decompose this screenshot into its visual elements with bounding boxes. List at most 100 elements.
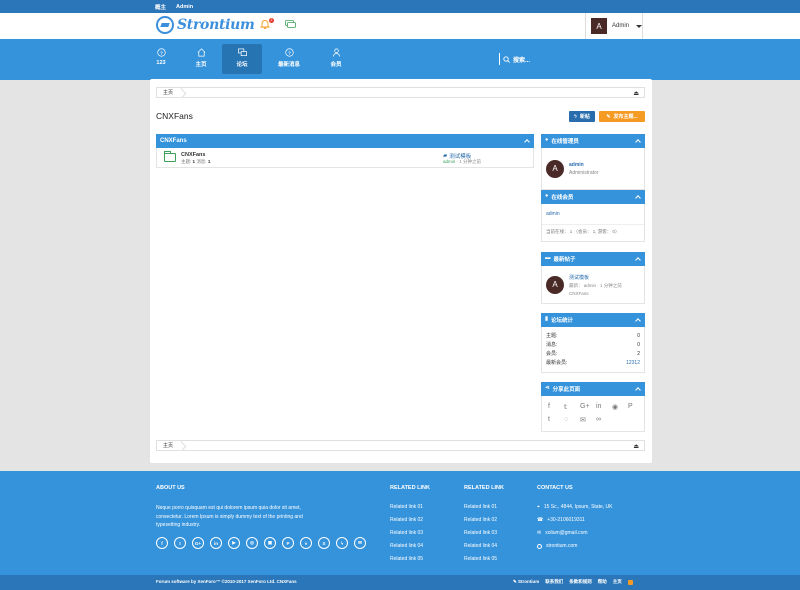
- nav-item-forums[interactable]: 论坛: [222, 44, 262, 74]
- reddit-icon[interactable]: ◉: [612, 403, 628, 411]
- widget-header[interactable]: ● 在线管理员: [541, 134, 645, 148]
- youtube-icon[interactable]: ▶: [228, 537, 240, 549]
- style-chooser[interactable]: ✎ Strontium: [513, 579, 539, 585]
- bolt-icon[interactable]: ϟ: [336, 537, 348, 549]
- tumblr-icon[interactable]: t: [548, 416, 564, 424]
- chevron-up-icon[interactable]: [635, 257, 641, 263]
- avatar[interactable]: A: [546, 275, 564, 294]
- copyright[interactable]: Forum software by XenForo™ ©2010-2017 Xe…: [156, 579, 297, 584]
- email-icon[interactable]: ✉: [354, 537, 366, 549]
- new-posts-button[interactable]: ϟ 新帖: [569, 111, 595, 122]
- account-menu[interactable]: A Admin: [585, 13, 643, 39]
- footer-contact-title: CONTACT US: [537, 485, 573, 491]
- widget-header[interactable]: ⋖ 分享此页面: [541, 382, 645, 396]
- forum-node-title[interactable]: CNXFans: [181, 152, 205, 158]
- footer-related-links: Related link 01 Related link 02 Related …: [390, 504, 423, 562]
- jump-up-icon[interactable]: ⏏: [633, 90, 639, 97]
- vimeo-icon[interactable]: v: [300, 537, 312, 549]
- share-icon: ⋖ 分享此页面: [545, 385, 581, 393]
- nav-item-123[interactable]: ? 123: [141, 44, 181, 74]
- category-header[interactable]: CNXFans: [156, 134, 534, 148]
- pinterest-icon[interactable]: P: [282, 537, 294, 549]
- contact-us-link[interactable]: 联系我们: [545, 579, 563, 585]
- staff-role: Administrator: [569, 169, 599, 176]
- google-plus-icon[interactable]: G+: [192, 537, 204, 549]
- widget-header[interactable]: ● 在线会员: [541, 190, 645, 204]
- last-post-user[interactable]: admin: [443, 159, 455, 164]
- twitter-icon[interactable]: 𝕥: [564, 403, 580, 411]
- instagram-icon[interactable]: ▣: [264, 537, 276, 549]
- google-plus-icon[interactable]: G+: [580, 403, 596, 411]
- footer-link[interactable]: Related link 02: [390, 517, 423, 523]
- contact-row: strontium.com: [537, 543, 612, 549]
- terms-link[interactable]: 条款和规则: [569, 579, 592, 585]
- chat-icon[interactable]: [285, 20, 296, 28]
- widget-header[interactable]: ▬ 最新帖子: [541, 252, 645, 266]
- avatar[interactable]: A: [546, 159, 564, 178]
- logo[interactable]: Strontium: [156, 16, 255, 34]
- whatsapp-icon[interactable]: ◌: [564, 416, 580, 424]
- link-icon[interactable]: ∞: [596, 416, 612, 424]
- footer-link[interactable]: Related link 02: [464, 517, 497, 523]
- nav-label: 123: [156, 60, 166, 66]
- jump-up-icon[interactable]: ⏏: [633, 443, 639, 450]
- stats-label: 消息:: [196, 159, 207, 164]
- footer-social-links: f t G+ in ▶ ◎ ▣ P v S ϟ ✉: [156, 537, 366, 549]
- latest-post-forum[interactable]: CNXFans: [569, 291, 622, 296]
- rss-icon[interactable]: [627, 579, 633, 585]
- nav-item-home[interactable]: 主页: [181, 44, 221, 74]
- chevron-up-icon[interactable]: [635, 387, 641, 393]
- nav-item-whats-new[interactable]: ? 最新消息: [269, 44, 309, 74]
- footer-link[interactable]: Related link 01: [390, 504, 423, 510]
- contact-email[interactable]: xolium@gmail.com: [545, 530, 587, 536]
- footer-link[interactable]: Related link 01: [464, 504, 497, 510]
- facebook-icon[interactable]: f: [156, 537, 168, 549]
- help-icon: ?: [156, 48, 166, 57]
- breadcrumb-home[interactable]: 主页: [157, 441, 183, 450]
- stats-value: 1: [192, 159, 196, 164]
- footer-link[interactable]: Related link 04: [390, 543, 423, 549]
- post-thread-button[interactable]: ✎ 发布主题...: [599, 111, 645, 122]
- nav-item-members[interactable]: 会员: [316, 44, 356, 74]
- linkedin-icon[interactable]: in: [210, 537, 222, 549]
- chevron-up-icon[interactable]: [524, 139, 530, 145]
- facebook-icon[interactable]: f: [548, 403, 564, 411]
- footer-link[interactable]: Related link 03: [464, 530, 497, 536]
- contact-address: 15 Sc., 4844, Ipsum, State, UK: [543, 504, 613, 510]
- top-admin-link[interactable]: Admin: [176, 4, 193, 10]
- linkedin-icon[interactable]: in: [596, 403, 612, 411]
- top-menu[interactable]: 概主: [155, 3, 166, 11]
- breadcrumb-home[interactable]: 主页: [157, 88, 183, 97]
- dribbble-icon[interactable]: ◎: [246, 537, 258, 549]
- chevron-up-icon[interactable]: [635, 195, 641, 201]
- footer-link[interactable]: Related link 05: [390, 556, 423, 562]
- pinterest-icon[interactable]: P: [628, 403, 644, 411]
- staff-username[interactable]: admin: [569, 162, 598, 168]
- category-title: CNXFans: [160, 138, 187, 144]
- widget-header[interactable]: ▮ 论坛统计: [541, 313, 645, 327]
- footer-link[interactable]: Related link 03: [390, 530, 423, 536]
- latest-post-title[interactable]: 测试模板: [569, 274, 622, 281]
- search-trigger[interactable]: 搜索...: [499, 53, 530, 65]
- footer-link[interactable]: Related link 05: [464, 556, 497, 562]
- globe-icon: [537, 543, 542, 549]
- online-member[interactable]: admin: [542, 204, 644, 225]
- contact-website[interactable]: strontium.com: [546, 543, 577, 549]
- chevron-up-icon[interactable]: [635, 318, 641, 324]
- stat-row: 消息: 0: [546, 340, 640, 349]
- footer-link[interactable]: Related link 04: [464, 543, 497, 549]
- email-icon[interactable]: ✉: [580, 416, 596, 424]
- contact-phone: +30-2106019311: [547, 517, 585, 523]
- chevron-up-icon[interactable]: [635, 139, 641, 145]
- skype-icon[interactable]: S: [318, 537, 330, 549]
- widget-title: 分享此页面: [552, 387, 581, 393]
- main-content: 主页 ⏏ CNXFans ϟ 新帖 ✎ 发布主题... CNXFans CNXF…: [150, 79, 652, 463]
- stat-row: 最新会员: 12312: [546, 358, 640, 367]
- twitter-icon[interactable]: t: [174, 537, 186, 549]
- home-link[interactable]: 主页: [613, 579, 622, 585]
- newest-member-link[interactable]: 12312: [626, 360, 640, 366]
- nav-label: 论坛: [236, 62, 248, 68]
- stat-row: 主题: 0: [546, 331, 640, 340]
- email-icon: ✉: [537, 530, 542, 536]
- help-link[interactable]: 帮助: [598, 579, 607, 585]
